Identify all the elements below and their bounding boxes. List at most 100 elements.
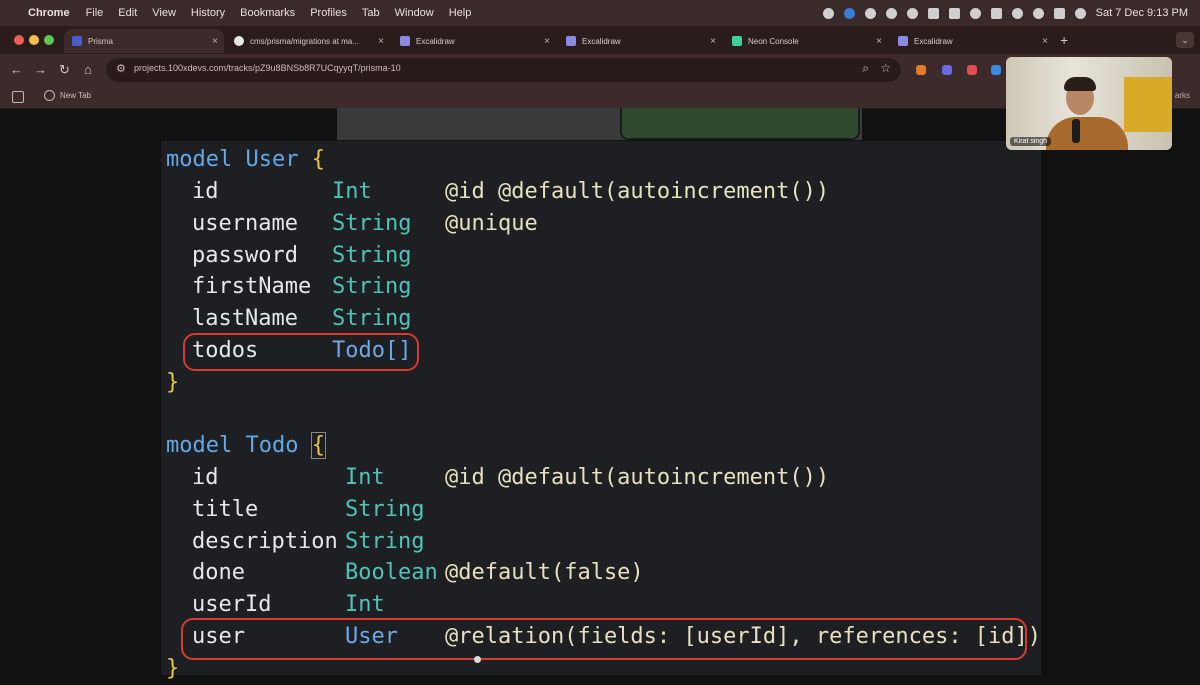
relation-highlight-box — [181, 618, 1027, 660]
extension-icon[interactable] — [942, 65, 952, 75]
model-name: User — [245, 147, 299, 172]
control-center-icon[interactable] — [1053, 7, 1065, 19]
menu-window[interactable]: Window — [395, 7, 434, 19]
close-tab-icon[interactable]: × — [378, 36, 384, 47]
search-icon[interactable] — [1032, 7, 1044, 19]
extension-icon[interactable] — [991, 65, 1001, 75]
mouse-pointer-dot — [474, 656, 481, 663]
tab-label: Excalidraw — [914, 36, 953, 46]
field-name: userId — [192, 592, 272, 617]
forward-arrow-icon[interactable]: → — [34, 62, 47, 77]
bookmark-new-tab[interactable]: New Tab — [44, 90, 91, 101]
close-tab-icon[interactable]: × — [212, 36, 218, 47]
zoom-icon[interactable]: ⌕ — [862, 61, 869, 76]
menu-app-name[interactable]: Chrome — [28, 7, 70, 19]
tab-search-chevron-icon[interactable]: ⌄ — [1176, 32, 1194, 48]
url-text[interactable]: projects.100xdevs.com/tracks/pZ9u8BNSb8R… — [134, 63, 401, 73]
tab-label: Prisma — [88, 36, 113, 46]
presenter-hair — [1064, 77, 1096, 91]
open-brace: { — [310, 432, 326, 459]
field-type: Int — [345, 592, 385, 617]
bookmark-star-icon[interactable]: ☆ — [880, 61, 891, 75]
globe-icon — [44, 90, 55, 101]
status-app-icon[interactable] — [822, 7, 834, 19]
excalidraw-favicon-icon — [898, 36, 908, 46]
field-name: username — [192, 211, 298, 236]
field-name: password — [192, 243, 298, 268]
tab-label: Excalidraw — [582, 36, 621, 46]
display-icon[interactable] — [948, 7, 960, 19]
field-type: String — [332, 211, 412, 236]
apps-grid-icon[interactable] — [12, 91, 24, 103]
metamask-extension-icon[interactable] — [916, 65, 926, 75]
tab-excalidraw-3[interactable]: Excalidraw × — [890, 29, 1054, 53]
code-line-type: Int — [332, 176, 372, 208]
menu-view[interactable]: View — [152, 7, 176, 19]
close-window-button[interactable] — [14, 35, 24, 45]
all-bookmarks-label[interactable]: arks — [1175, 91, 1190, 100]
moon-icon[interactable] — [969, 7, 981, 19]
field-type: String — [345, 497, 425, 522]
tab-label: cms/prisma/migrations at ma... — [250, 36, 359, 46]
presenter-name: Kirat singh — [1010, 137, 1052, 146]
site-info-icon[interactable]: ⚙ — [116, 62, 126, 75]
minimize-window-button[interactable] — [29, 35, 39, 45]
keyword: model — [166, 433, 233, 458]
code-line-field: description — [192, 526, 338, 558]
code-line-field: username — [192, 208, 298, 240]
slide-green-panel — [620, 108, 860, 140]
code-line-field: firstName — [192, 271, 311, 303]
wifi-icon[interactable] — [1011, 7, 1023, 19]
microphone-icon — [1072, 119, 1080, 143]
field-name: id — [192, 465, 219, 490]
field-attribute: @id @default(autoincrement()) — [445, 465, 830, 490]
menu-edit[interactable]: Edit — [118, 7, 137, 19]
code-line-type: String — [332, 208, 411, 240]
status-app-icon-blue[interactable] — [843, 7, 855, 19]
close-tab-icon[interactable]: × — [876, 36, 882, 47]
close-tab-icon[interactable]: × — [1042, 36, 1048, 47]
grid-icon[interactable] — [927, 7, 939, 19]
tab-excalidraw-1[interactable]: Excalidraw × — [392, 29, 556, 53]
menu-help[interactable]: Help — [449, 7, 472, 19]
neon-favicon-icon — [732, 36, 742, 46]
address-bar[interactable]: ⚙ projects.100xdevs.com/tracks/pZ9u8BNSb… — [106, 58, 901, 82]
close-tab-icon[interactable]: × — [544, 36, 550, 47]
menu-bookmarks[interactable]: Bookmarks — [240, 7, 295, 19]
tab-prisma[interactable]: Prisma × — [64, 29, 224, 53]
battery-icon[interactable] — [990, 7, 1002, 19]
field-type: String — [345, 529, 425, 554]
code-line-field: userId — [192, 589, 271, 621]
field-name: firstName — [192, 274, 312, 299]
code-line-close-brace: } — [166, 367, 179, 399]
tab-github[interactable]: cms/prisma/migrations at ma... × — [226, 29, 390, 53]
close-tab-icon[interactable]: × — [710, 36, 716, 47]
webcam-shelf — [1124, 77, 1172, 132]
menu-history[interactable]: History — [191, 7, 225, 19]
bookmark-label: New Tab — [60, 91, 91, 100]
zoom-window-button[interactable] — [44, 35, 54, 45]
record-icon[interactable] — [906, 7, 918, 19]
model-name: Todo — [245, 433, 299, 458]
sync-icon[interactable] — [885, 7, 897, 19]
field-type: Int — [332, 179, 372, 204]
menu-file[interactable]: File — [86, 7, 104, 19]
menu-tab[interactable]: Tab — [362, 7, 380, 19]
code-line-field: id — [192, 462, 219, 494]
new-tab-plus-icon[interactable]: + — [1060, 32, 1068, 48]
back-arrow-icon[interactable]: ← — [10, 62, 23, 77]
tab-excalidraw-2[interactable]: Excalidraw × — [558, 29, 722, 53]
code-line-type: String — [345, 526, 424, 558]
reload-icon[interactable]: ↻ — [59, 62, 70, 78]
menu-profiles[interactable]: Profiles — [310, 7, 347, 19]
tab-neon-console[interactable]: Neon Console × — [724, 29, 888, 53]
siri-icon[interactable] — [1074, 7, 1086, 19]
tab-strip: Prisma × cms/prisma/migrations at ma... … — [0, 26, 1200, 54]
cloud-icon[interactable] — [864, 7, 876, 19]
extension-icon[interactable] — [967, 65, 977, 75]
home-icon[interactable]: ⌂ — [84, 62, 92, 77]
presenter-body — [1046, 117, 1128, 150]
keyword: model — [166, 147, 233, 172]
clock[interactable]: Sat 7 Dec 9:13 PM — [1096, 7, 1188, 19]
field-type: Int — [345, 465, 385, 490]
